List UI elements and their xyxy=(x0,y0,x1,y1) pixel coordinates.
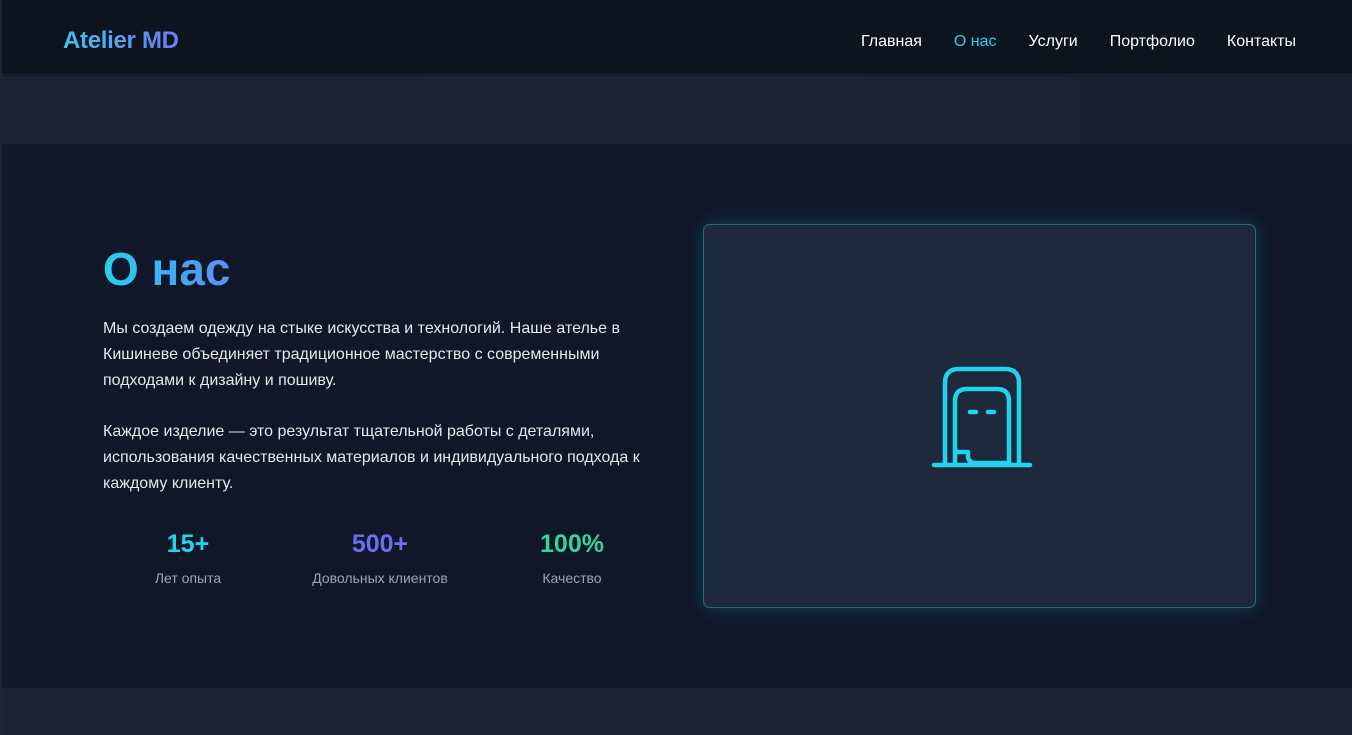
nav-link-contacts[interactable]: Контакты xyxy=(1227,32,1296,52)
atelier-icon xyxy=(931,366,1033,468)
stat-value: 500+ xyxy=(351,530,409,558)
nav-link-portfolio[interactable]: Портфолио xyxy=(1110,32,1195,52)
about-title: О нас xyxy=(103,243,231,295)
stat-clients: 500+ Довольных клиентов xyxy=(285,528,475,587)
site-header: Atelier MD Главная О нас Услуги Портфоли… xyxy=(2,0,1352,75)
about-image-card xyxy=(703,224,1256,608)
about-paragraph-1: Мы создаем одежду на стыке искусства и т… xyxy=(103,320,620,389)
stat-experience: 15+ Лет опыта xyxy=(93,528,283,587)
logo[interactable]: Atelier MD xyxy=(63,26,179,56)
page: Atelier MD Главная О нас Услуги Портфоли… xyxy=(0,0,1352,735)
stat-value: 15+ xyxy=(166,530,210,558)
stat-label: Лет опыта xyxy=(154,570,222,586)
stat-quality: 100% Качество xyxy=(477,528,667,587)
nav-link-services[interactable]: Услуги xyxy=(1029,32,1078,52)
stat-label: Довольных клиентов xyxy=(312,570,448,586)
stat-label: Качество xyxy=(542,570,602,586)
about-paragraph-2: Каждое изделие — это результат тщательно… xyxy=(103,423,640,492)
stat-value: 100% xyxy=(540,530,604,558)
nav-link-about[interactable]: О нас xyxy=(954,32,997,52)
header-band xyxy=(2,76,1352,144)
nav-link-home[interactable]: Главная xyxy=(861,32,922,52)
main-nav: Главная О нас Услуги Портфолио Контакты xyxy=(861,32,1296,52)
next-section-band xyxy=(2,688,1352,735)
